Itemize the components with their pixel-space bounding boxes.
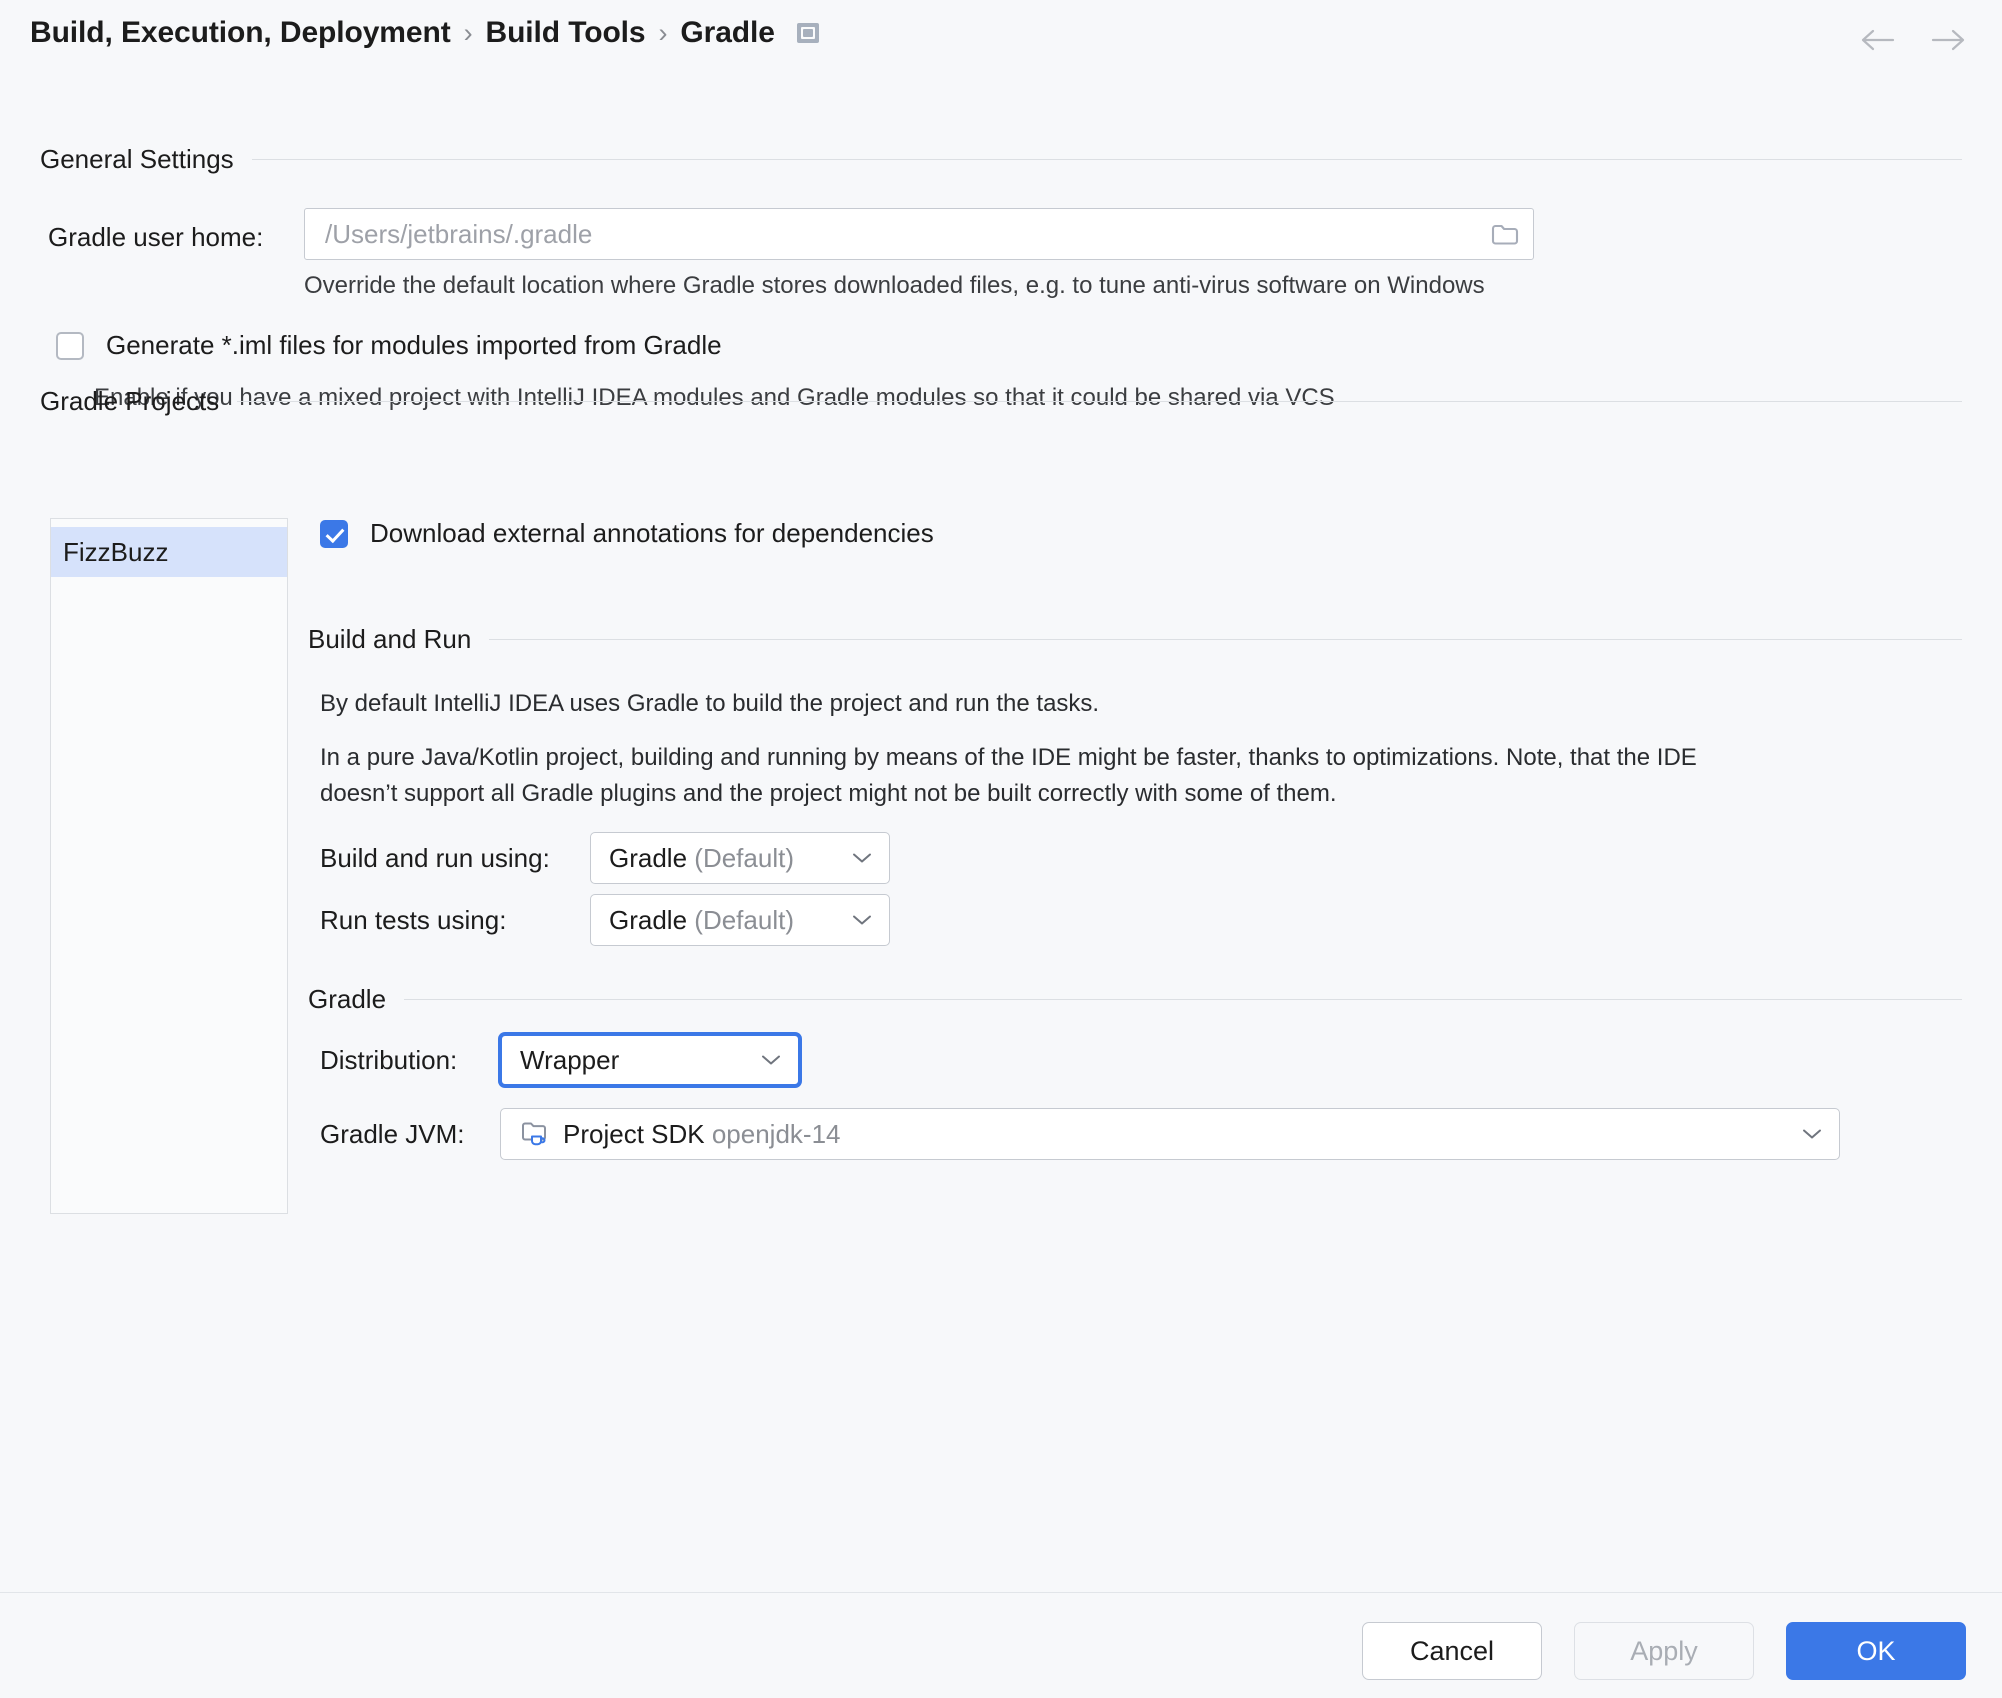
build-and-run-using-dropdown[interactable]: Gradle (Default) bbox=[590, 832, 890, 884]
chevron-down-icon[interactable] bbox=[758, 1054, 784, 1066]
dialog-footer: Cancel Apply OK bbox=[0, 1593, 2002, 1698]
sdk-folder-java-icon bbox=[519, 1119, 553, 1149]
download-annotations-checkbox[interactable] bbox=[320, 519, 348, 548]
gradle-jvm-label: Gradle JVM: bbox=[320, 1118, 465, 1149]
distribution-label: Distribution: bbox=[320, 1044, 458, 1075]
dialog-buttons: Cancel Apply OK bbox=[1362, 1622, 1966, 1680]
arrow-left-icon[interactable] bbox=[1860, 22, 1896, 58]
cancel-button[interactable]: Cancel bbox=[1362, 1622, 1542, 1680]
distribution-value: Wrapper bbox=[520, 1044, 620, 1075]
apply-button[interactable]: Apply bbox=[1574, 1622, 1754, 1680]
gradle-projects-section-header: Gradle Projects bbox=[40, 386, 1962, 417]
settings-dialog: Build, Execution, Deployment › Build Too… bbox=[0, 0, 2002, 1698]
gradle-jvm-value: Project SDK openjdk-14 bbox=[563, 1118, 841, 1149]
generate-iml-checkbox-row[interactable]: Generate *.iml files for modules importe… bbox=[56, 330, 722, 361]
folder-icon[interactable] bbox=[1477, 209, 1533, 259]
gradle-projects-title: Gradle Projects bbox=[40, 386, 220, 416]
build-and-run-section-header: Build and Run bbox=[308, 624, 1962, 655]
run-tests-using-label: Run tests using: bbox=[320, 904, 507, 935]
section-rule bbox=[489, 639, 1962, 640]
ok-button[interactable]: OK bbox=[1786, 1622, 1966, 1680]
arrow-right-icon[interactable] bbox=[1930, 22, 1966, 58]
section-rule bbox=[251, 159, 1962, 160]
gradle-section-title: Gradle bbox=[308, 984, 387, 1014]
breadcrumb-item-build-execution-deployment[interactable]: Build, Execution, Deployment bbox=[30, 16, 451, 50]
build-and-run-using-row: Build and run using: Gradle (Default) bbox=[320, 832, 890, 884]
build-and-run-paragraph-1: By default IntelliJ IDEA uses Gradle to … bbox=[320, 690, 1100, 717]
screen-icon bbox=[796, 23, 819, 43]
gradle-jvm-dropdown[interactable]: Project SDK openjdk-14 bbox=[500, 1108, 1840, 1160]
gradle-user-home-field[interactable]: /Users/jetbrains/.gradle bbox=[304, 208, 1534, 260]
build-and-run-using-value: Gradle (Default) bbox=[609, 842, 794, 873]
gradle-jvm-row: Gradle JVM: Project SDK openjdk-14 bbox=[320, 1108, 1840, 1160]
gradle-section-header: Gradle bbox=[308, 984, 1962, 1015]
build-and-run-paragraph-2: In a pure Java/Kotlin project, building … bbox=[320, 744, 1697, 807]
navigation-arrows bbox=[1860, 22, 1966, 58]
gradle-projects-list[interactable]: FizzBuzz bbox=[50, 518, 288, 1214]
general-settings-section-header: General Settings bbox=[40, 144, 1962, 175]
gradle-user-home-value[interactable]: /Users/jetbrains/.gradle bbox=[305, 219, 1477, 250]
section-rule bbox=[404, 999, 1962, 1000]
distribution-dropdown[interactable]: Wrapper bbox=[500, 1034, 800, 1086]
chevron-down-icon[interactable] bbox=[849, 852, 875, 864]
build-and-run-using-label: Build and run using: bbox=[320, 842, 550, 873]
download-annotations-checkbox-row[interactable]: Download external annotations for depend… bbox=[320, 518, 934, 549]
project-item-label: FizzBuzz bbox=[63, 536, 169, 567]
breadcrumb-item-build-tools[interactable]: Build Tools bbox=[486, 16, 646, 50]
run-tests-using-value: Gradle (Default) bbox=[609, 904, 794, 935]
distribution-row: Distribution: Wrapper bbox=[320, 1034, 800, 1086]
generate-iml-label[interactable]: Generate *.iml files for modules importe… bbox=[106, 330, 722, 361]
breadcrumb-separator: › bbox=[658, 17, 668, 48]
run-tests-using-dropdown[interactable]: Gradle (Default) bbox=[590, 894, 890, 946]
breadcrumb: Build, Execution, Deployment › Build Too… bbox=[30, 16, 819, 50]
gradle-user-home-hint: Override the default location where Grad… bbox=[304, 272, 1485, 299]
breadcrumb-separator: › bbox=[463, 17, 473, 48]
gradle-user-home-label: Gradle user home: bbox=[48, 222, 264, 252]
section-rule bbox=[237, 401, 1962, 402]
generate-iml-checkbox[interactable] bbox=[56, 331, 84, 360]
breadcrumb-item-gradle[interactable]: Gradle bbox=[680, 16, 775, 50]
download-annotations-label[interactable]: Download external annotations for depend… bbox=[370, 518, 934, 549]
run-tests-using-row: Run tests using: Gradle (Default) bbox=[320, 894, 890, 946]
chevron-down-icon[interactable] bbox=[849, 914, 875, 926]
list-item[interactable]: FizzBuzz bbox=[51, 527, 287, 577]
general-settings-title: General Settings bbox=[40, 144, 234, 174]
dialog-header: Build, Execution, Deployment › Build Too… bbox=[0, 0, 2002, 86]
chevron-down-icon[interactable] bbox=[1799, 1128, 1825, 1140]
build-and-run-title: Build and Run bbox=[308, 624, 472, 654]
